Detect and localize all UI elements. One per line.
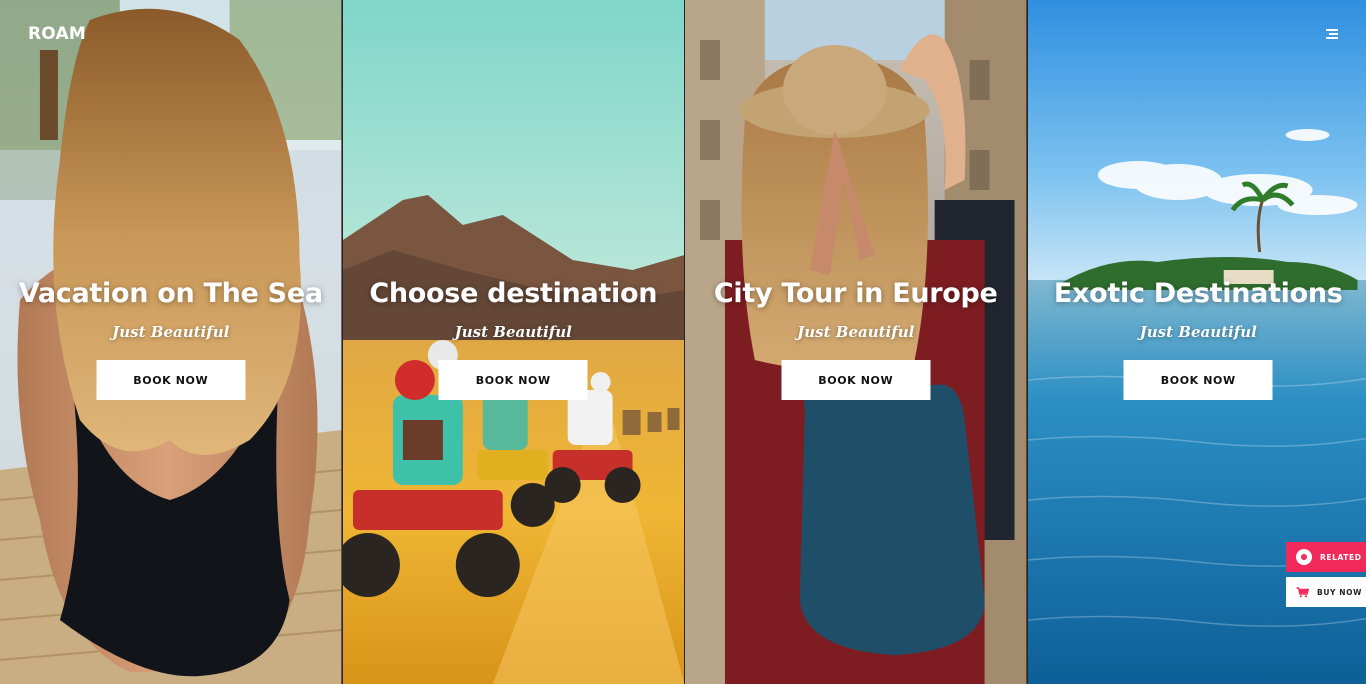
book-now-button[interactable]: BOOK NOW (438, 360, 588, 400)
related-circle-icon (1296, 549, 1312, 565)
cart-icon (1296, 586, 1309, 598)
panel-subtitle: Just Beautiful (797, 323, 915, 341)
panel-city-tour[interactable]: City Tour in Europe Just Beautiful BOOK … (684, 0, 1027, 684)
panel-subtitle: Just Beautiful (1139, 323, 1257, 341)
related-button-label: RELATED (1320, 552, 1362, 562)
slider-panels: Vacation on The Sea Just Beautiful BOOK … (0, 0, 1366, 684)
site-logo[interactable]: ROAM (28, 24, 86, 44)
panel-background-image (0, 0, 342, 684)
panel-title: City Tour in Europe (713, 278, 998, 309)
hamburger-menu-icon[interactable] (1324, 27, 1338, 41)
panel-title: Exotic Destinations (1053, 278, 1343, 309)
panel-subtitle: Just Beautiful (454, 323, 572, 341)
panel-choose-destination[interactable]: Choose destination Just Beautiful BOOK N… (341, 0, 684, 684)
panel-vacation-sea[interactable]: Vacation on The Sea Just Beautiful BOOK … (0, 0, 342, 684)
panel-background-image (685, 0, 1027, 684)
buy-now-button-label: BUY NOW (1317, 587, 1362, 597)
book-now-button[interactable]: BOOK NOW (96, 360, 246, 400)
book-now-button[interactable]: BOOK NOW (781, 360, 931, 400)
buy-now-button[interactable]: BUY NOW (1286, 577, 1366, 607)
panel-subtitle: Just Beautiful (112, 323, 230, 341)
book-now-button[interactable]: BOOK NOW (1123, 360, 1273, 400)
panel-title: Vacation on The Sea (18, 278, 323, 309)
page: Vacation on The Sea Just Beautiful BOOK … (0, 0, 1366, 684)
panel-title: Choose destination (369, 278, 658, 309)
related-button[interactable]: RELATED (1286, 542, 1366, 572)
panel-background-image (342, 0, 684, 684)
